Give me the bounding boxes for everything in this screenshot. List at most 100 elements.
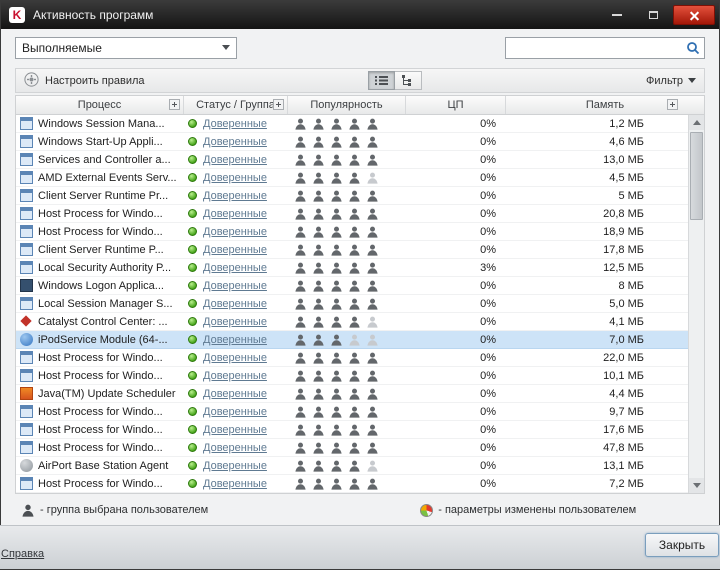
scrollbar-thumb[interactable] <box>690 132 703 220</box>
status-group-link[interactable]: Доверенные <box>203 280 267 292</box>
person-icon <box>313 442 324 454</box>
table-row[interactable]: Host Process for Windo... Доверенные 0% 47,… <box>16 439 688 457</box>
status-cell: Доверенные <box>184 313 288 330</box>
person-icon <box>349 244 360 256</box>
process-name: Client Server Runtime Pr... <box>38 189 169 202</box>
table-row[interactable]: Windows Start-Up Appli... Доверенные 0% 4,6… <box>16 133 688 151</box>
process-name: Host Process for Windo... <box>38 369 163 382</box>
person-icon <box>295 460 306 472</box>
search-input[interactable] <box>510 40 686 55</box>
list-view-button[interactable] <box>368 71 396 90</box>
status-group-link[interactable]: Доверенные <box>203 352 267 364</box>
table-row[interactable]: iPodService Module (64-... Доверенные 0% 7,… <box>16 331 688 349</box>
search-box[interactable] <box>505 36 705 59</box>
status-group-link[interactable]: Доверенные <box>203 424 267 436</box>
process-name: Host Process for Windo... <box>38 405 163 418</box>
table-row[interactable]: Host Process for Windo... Доверенные 0% 7,2… <box>16 475 688 493</box>
column-label: Процесс <box>77 99 122 111</box>
table-row[interactable]: Host Process for Windo... Доверенные 0% 9,7… <box>16 403 688 421</box>
column-header-popularity[interactable]: Популярность <box>288 96 406 114</box>
maximize-button[interactable] <box>637 5 669 25</box>
status-group-link[interactable]: Доверенные <box>203 370 267 382</box>
status-group-link[interactable]: Доверенные <box>203 298 267 310</box>
table-row[interactable]: Host Process for Windo... Доверенные 0% 22,… <box>16 349 688 367</box>
status-dot-icon <box>188 263 197 272</box>
status-group-link[interactable]: Доверенные <box>203 262 267 274</box>
status-group-link[interactable]: Доверенные <box>203 136 267 148</box>
column-header-status-group[interactable]: Статус / Группа <box>184 96 288 114</box>
table-row[interactable]: Local Security Authority P... Доверенные 3… <box>16 259 688 277</box>
status-dot-icon <box>188 245 197 254</box>
table-row[interactable]: Windows Logon Applica... Доверенные 0% 8 МБ <box>16 277 688 295</box>
close-button[interactable] <box>673 5 715 25</box>
person-icon <box>349 154 360 166</box>
person-icon <box>349 352 360 364</box>
tree-view-button[interactable] <box>395 71 423 90</box>
status-group-link[interactable]: Доверенные <box>203 478 267 490</box>
table-row[interactable]: Client Server Runtime P... Доверенные 0% 17… <box>16 241 688 259</box>
status-group-link[interactable]: Доверенные <box>203 388 267 400</box>
table-body: Windows Session Mana... Доверенные 0% 1,2 М… <box>16 115 704 493</box>
table-row[interactable]: Windows Session Mana... Доверенные 0% 1,2 М… <box>16 115 688 133</box>
person-icon <box>313 388 324 400</box>
vertical-scrollbar[interactable] <box>688 115 704 493</box>
table-row[interactable]: AirPort Base Station Agent Доверенные 0% 13… <box>16 457 688 475</box>
person-icon <box>331 424 342 436</box>
table-row[interactable]: AMD External Events Serv... Доверенные 0% 4… <box>16 169 688 187</box>
scroll-down-button[interactable] <box>689 478 704 493</box>
expand-column-icon[interactable] <box>169 99 180 110</box>
column-header-process[interactable]: Процесс <box>16 96 184 114</box>
table-row[interactable]: Services and Controller a... Доверенные 0%… <box>16 151 688 169</box>
expand-column-icon[interactable] <box>273 99 284 110</box>
status-cell: Доверенные <box>184 241 288 258</box>
scroll-up-button[interactable] <box>689 115 704 130</box>
status-group-link[interactable]: Доверенные <box>203 226 267 238</box>
process-icon <box>20 243 33 256</box>
person-icon <box>349 118 360 130</box>
person-icon <box>295 406 306 418</box>
table-row[interactable]: Catalyst Control Center: ... Доверенные 0%… <box>16 313 688 331</box>
status-group-link[interactable]: Доверенные <box>203 172 267 184</box>
status-group-link[interactable]: Доверенные <box>203 334 267 346</box>
configure-rules-button[interactable]: Настроить правила <box>24 71 145 90</box>
status-group-link[interactable]: Доверенные <box>203 208 267 220</box>
process-view-dropdown[interactable]: Выполняемые <box>15 36 237 59</box>
table-row[interactable]: Host Process for Windo... Доверенные 0% 17,… <box>16 421 688 439</box>
status-group-link[interactable]: Доверенные <box>203 118 267 130</box>
process-icon <box>20 351 33 364</box>
table-row[interactable]: Client Server Runtime Pr... Доверенные 0% 5… <box>16 187 688 205</box>
status-group-link[interactable]: Доверенные <box>203 190 267 202</box>
minimize-button[interactable] <box>601 5 633 25</box>
status-group-link[interactable]: Доверенные <box>203 316 267 328</box>
person-icon <box>367 298 378 310</box>
table-row[interactable]: Local Session Manager S... Доверенные 0% 5,… <box>16 295 688 313</box>
status-cell: Доверенные <box>184 277 288 294</box>
person-icon <box>367 388 378 400</box>
search-icon[interactable] <box>686 41 700 55</box>
person-icon <box>295 154 306 166</box>
close-dialog-button[interactable]: Закрыть <box>645 532 719 557</box>
process-icon <box>20 117 33 130</box>
table-row[interactable]: Host Process for Windo... Доверенные 0% 20,… <box>16 205 688 223</box>
table-row[interactable]: Java(TM) Update Scheduler Доверенные 0% 4,4… <box>16 385 688 403</box>
status-dot-icon <box>188 443 197 452</box>
tree-view-icon <box>401 75 411 86</box>
expand-column-icon[interactable] <box>667 99 678 110</box>
table-row[interactable]: Host Process for Windo... Доверенные 0% 18,… <box>16 223 688 241</box>
table-row[interactable]: Host Process for Windo... Доверенные 0% 10,… <box>16 367 688 385</box>
memory-value: 18,9 МБ <box>603 225 644 238</box>
column-header-memory[interactable]: Память <box>506 96 704 114</box>
status-group-link[interactable]: Доверенные <box>203 460 267 472</box>
person-icon <box>349 388 360 400</box>
filter-button[interactable]: Фильтр <box>646 75 696 87</box>
help-link[interactable]: Справка <box>1 548 44 560</box>
status-group-link[interactable]: Доверенные <box>203 244 267 256</box>
column-header-cpu[interactable]: ЦП <box>406 96 506 114</box>
person-icon <box>331 316 342 328</box>
status-group-link[interactable]: Доверенные <box>203 154 267 166</box>
status-cell: Доверенные <box>184 115 288 132</box>
status-group-link[interactable]: Доверенные <box>203 406 267 418</box>
status-cell: Доверенные <box>184 259 288 276</box>
person-icon <box>295 262 306 274</box>
status-group-link[interactable]: Доверенные <box>203 442 267 454</box>
